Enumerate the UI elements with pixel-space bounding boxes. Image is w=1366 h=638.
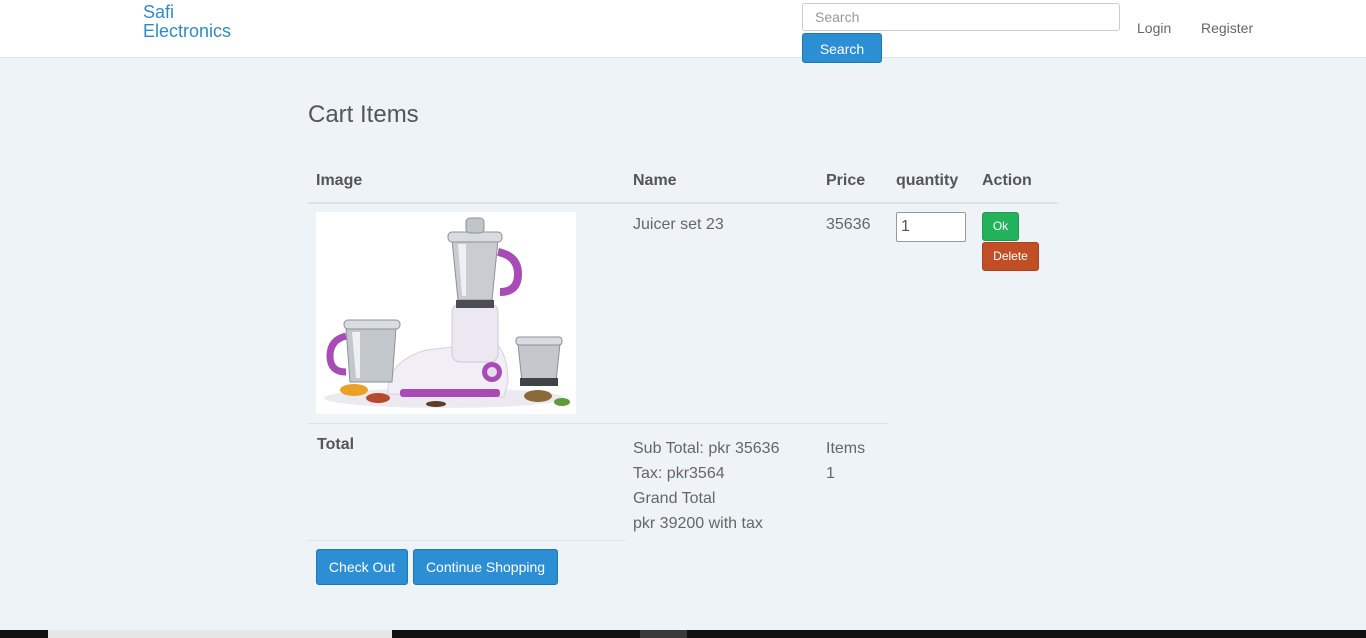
column-header-name: Name [633,172,677,189]
tax-amount: Tax: pkr3564 [633,465,725,482]
product-name: Juicer set 23 [633,216,724,233]
product-image [316,212,576,414]
quantity-input[interactable] [896,212,966,242]
page-title: Cart Items [308,101,419,128]
column-header-action: Action [982,172,1032,189]
product-price: 35636 [826,216,871,233]
search-button[interactable]: Search [802,33,882,63]
grand-total-value: pkr 39200 with tax [633,515,763,532]
items-count: 1 [826,465,835,482]
top-navbar: Safi Electronics Login Register [0,0,1366,58]
continue-shopping-button[interactable]: Continue Shopping [413,549,558,585]
juicer-set-illustration [316,212,576,414]
column-header-quantity: quantity [896,172,959,189]
register-link[interactable]: Register [1201,20,1253,36]
totals-summary: Sub Total: pkr 35636 Tax: pkr3564 Grand … [633,436,779,536]
search-input[interactable] [802,3,1120,31]
ok-button[interactable]: Ok [982,212,1019,241]
total-label: Total [317,436,355,453]
taskbar-app-icon[interactable] [640,630,687,638]
taskbar-window-tab[interactable] [48,630,392,638]
row-divider [308,423,888,424]
brand-link[interactable]: Safi Electronics [143,3,253,41]
sub-total: Sub Total: pkr 35636 [633,440,780,457]
items-label: Items [826,440,866,457]
column-header-price: Price [826,172,866,189]
totals-divider [308,540,625,541]
delete-button[interactable]: Delete [982,242,1039,271]
header-divider [308,202,1058,204]
os-taskbar [0,630,1366,638]
login-link[interactable]: Login [1137,20,1171,36]
items-summary: Items 1 [826,436,865,486]
column-header-image: Image [316,172,363,189]
grand-total-label: Grand Total [633,490,716,507]
checkout-button[interactable]: Check Out [316,549,408,585]
